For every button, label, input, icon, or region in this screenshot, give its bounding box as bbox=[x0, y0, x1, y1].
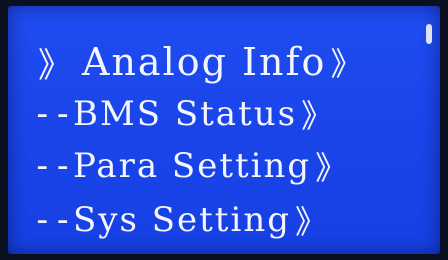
menu-item-label: BMS Status bbox=[72, 94, 298, 134]
device-bezel: 》 Analog Info 》 -- BMS Status 》 -- Para … bbox=[0, 0, 448, 260]
selected-arrow-icon: 》 bbox=[38, 45, 72, 86]
screen-glare bbox=[426, 24, 432, 44]
submenu-arrow-icon: 》 bbox=[294, 203, 327, 241]
dash-prefix: -- bbox=[32, 146, 73, 186]
submenu-arrow-icon: 》 bbox=[330, 45, 363, 83]
menu-item-label: Sys Setting bbox=[72, 200, 291, 240]
menu-item-label: Para Setting bbox=[72, 146, 312, 186]
dash-prefix: -- bbox=[32, 94, 73, 134]
menu-item-label: Analog Info bbox=[82, 40, 327, 84]
submenu-arrow-icon: 》 bbox=[301, 97, 334, 135]
menu-item-bms-status[interactable]: -- BMS Status 》 bbox=[8, 86, 440, 142]
menu-item-sys-setting[interactable]: -- Sys Setting 》 bbox=[8, 192, 440, 248]
submenu-arrow-icon: 》 bbox=[315, 149, 348, 187]
dash-prefix: -- bbox=[32, 200, 73, 240]
menu-item-para-setting[interactable]: -- Para Setting 》 bbox=[8, 138, 440, 194]
menu-item-analog-info[interactable]: 》 Analog Info 》 bbox=[8, 34, 440, 90]
lcd-screen: 》 Analog Info 》 -- BMS Status 》 -- Para … bbox=[8, 6, 440, 254]
